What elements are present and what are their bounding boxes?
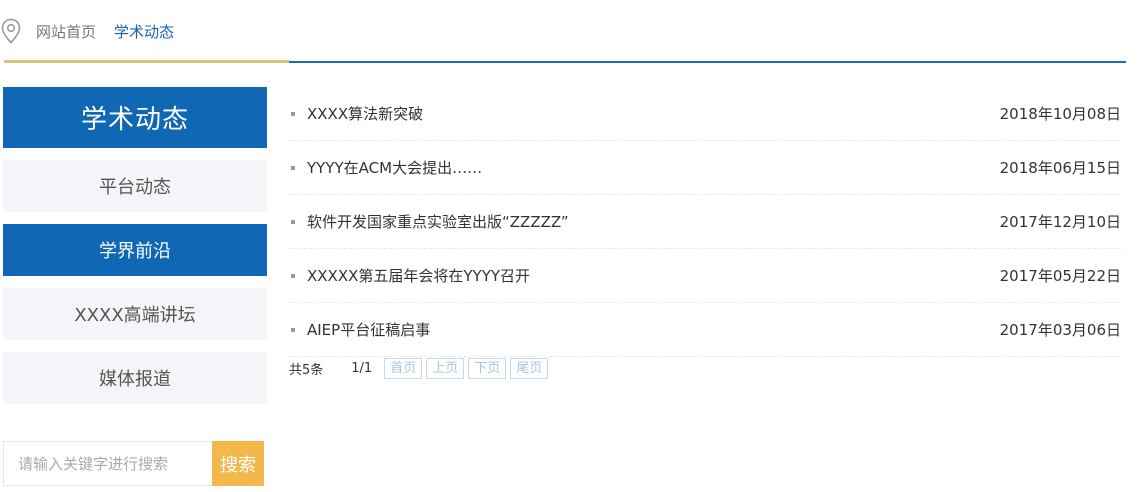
list-item[interactable]: XXXXX第五届年会将在YYYY召开 2017年05月22日 <box>289 249 1121 303</box>
sidebar-item-academic-frontier[interactable]: 学界前沿 <box>3 224 267 276</box>
news-title-wrap: AIEP平台征稿启事 <box>289 319 430 340</box>
search-box: 搜索 <box>3 441 264 486</box>
news-title[interactable]: XXXXX第五届年会将在YYYY召开 <box>307 265 530 286</box>
news-title[interactable]: 软件开发国家重点实验室出版“ZZZZZ” <box>307 211 569 232</box>
sidebar-item-forum[interactable]: XXXX高端讲坛 <box>3 288 267 340</box>
news-list: XXXX算法新突破 2018年10月08日 YYYY在ACM大会提出…… 201… <box>289 87 1121 357</box>
breadcrumb-home-link[interactable]: 网站首页 <box>36 21 96 42</box>
bullet-icon <box>291 273 295 278</box>
search-input[interactable] <box>3 441 212 486</box>
pagination-next-button[interactable]: 下页 <box>468 357 507 379</box>
news-title-wrap: YYYY在ACM大会提出…… <box>289 157 482 178</box>
breadcrumb: 网站首页 学术动态 <box>0 16 174 46</box>
sidebar: 学术动态 平台动态 学界前沿 XXXX高端讲坛 媒体报道 <box>3 87 267 404</box>
news-date: 2018年06月15日 <box>999 159 1121 177</box>
pagination-prev-button[interactable]: 上页 <box>426 357 465 379</box>
list-item[interactable]: XXXX算法新突破 2018年10月08日 <box>289 87 1121 141</box>
news-date: 2017年03月06日 <box>999 321 1121 339</box>
sidebar-item-platform-news[interactable]: 平台动态 <box>3 160 267 212</box>
news-date: 2018年10月08日 <box>999 105 1121 123</box>
list-item[interactable]: YYYY在ACM大会提出…… 2018年06月15日 <box>289 141 1121 195</box>
pagination-first-button[interactable]: 首页 <box>384 357 423 379</box>
breadcrumb-accent-line <box>4 60 289 63</box>
bullet-icon <box>291 219 295 224</box>
news-title-wrap: 软件开发国家重点实验室出版“ZZZZZ” <box>289 211 569 232</box>
pagination-last-button[interactable]: 尾页 <box>510 357 549 379</box>
pagination: 共5条 1/1 首页 上页 下页 尾页 <box>289 357 552 379</box>
news-title[interactable]: YYYY在ACM大会提出…… <box>307 157 482 178</box>
sidebar-item-media-reports[interactable]: 媒体报道 <box>3 352 267 404</box>
list-item[interactable]: AIEP平台征稿启事 2017年03月06日 <box>289 303 1121 357</box>
news-date: 2017年05月22日 <box>999 267 1121 285</box>
news-title-wrap: XXXXX第五届年会将在YYYY召开 <box>289 265 530 286</box>
breadcrumb-current: 学术动态 <box>114 22 175 41</box>
list-item[interactable]: 软件开发国家重点实验室出版“ZZZZZ” 2017年12月10日 <box>289 195 1121 249</box>
news-title[interactable]: XXXX算法新突破 <box>307 103 423 124</box>
location-pin-icon <box>1 18 21 44</box>
search-button[interactable]: 搜索 <box>212 441 264 486</box>
bullet-icon <box>291 327 295 332</box>
news-title[interactable]: AIEP平台征稿启事 <box>307 319 430 340</box>
news-title-wrap: XXXX算法新突破 <box>289 103 423 124</box>
news-date: 2017年12月10日 <box>999 213 1121 231</box>
pagination-page-indicator: 1/1 <box>351 360 373 376</box>
sidebar-title: 学术动态 <box>3 87 267 148</box>
bullet-icon <box>291 111 295 116</box>
pagination-total: 共5条 <box>289 362 324 378</box>
bullet-icon <box>291 165 295 170</box>
